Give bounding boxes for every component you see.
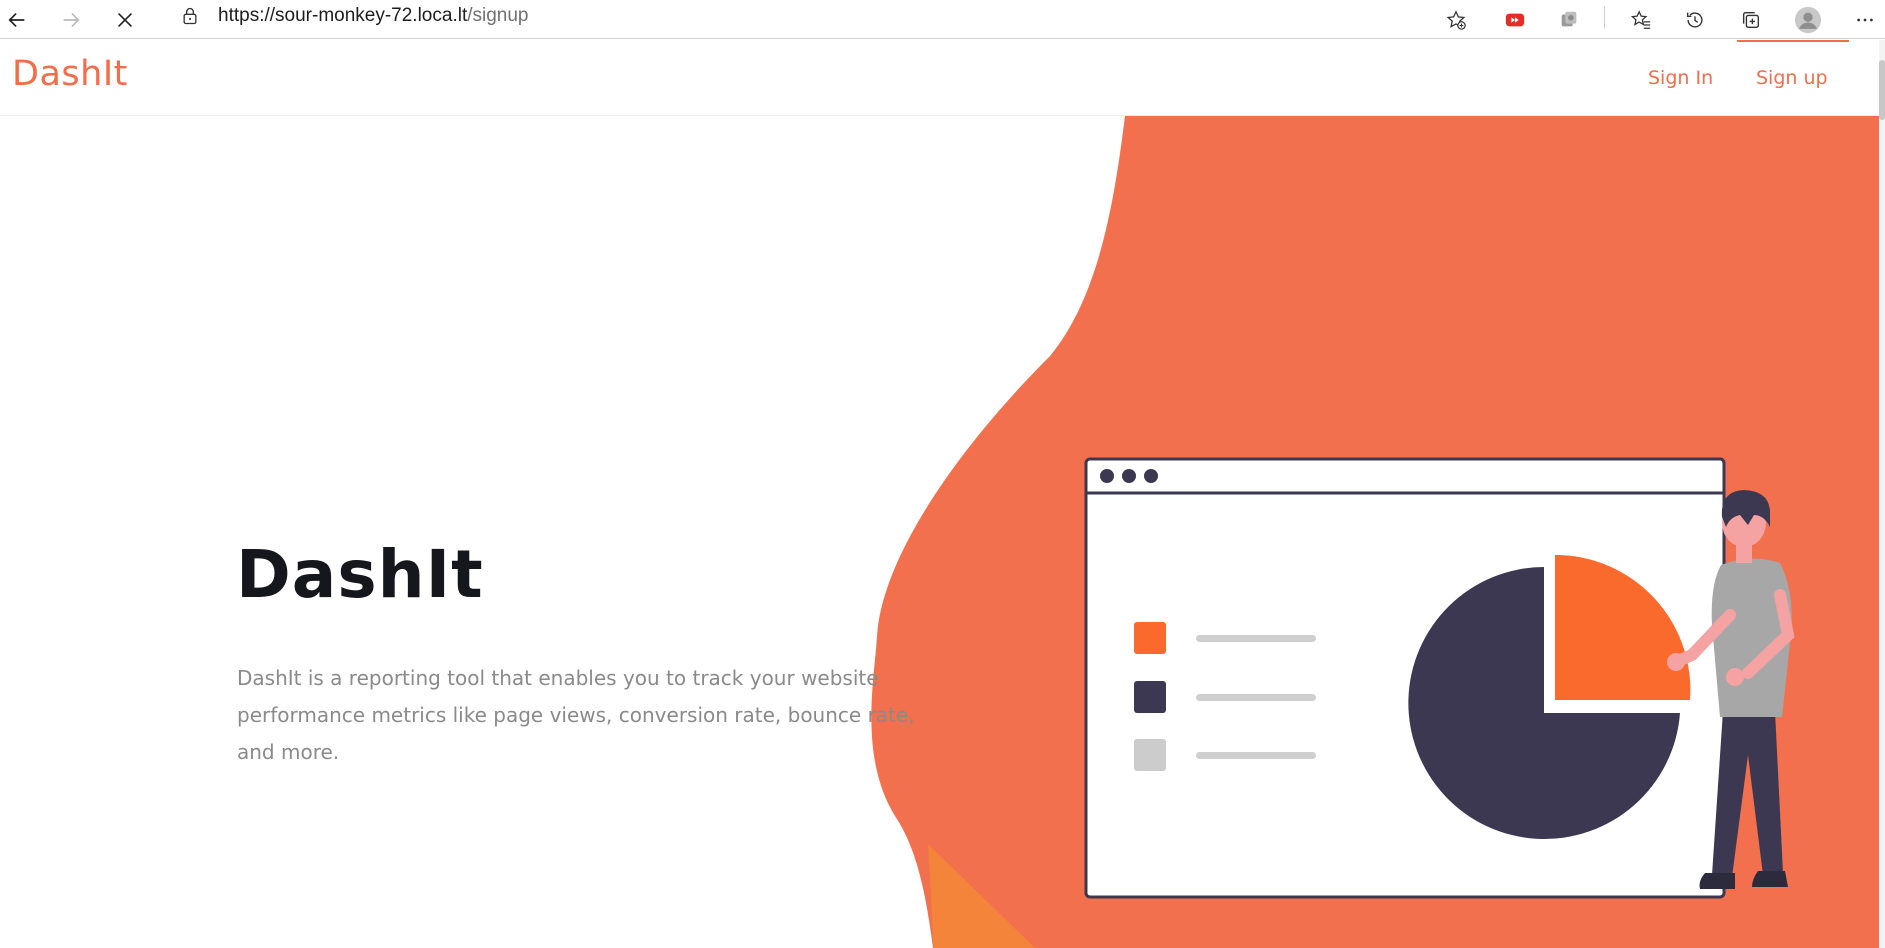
- active-nav-indicator: [1737, 40, 1849, 42]
- youtube-extension-icon[interactable]: [1500, 5, 1530, 35]
- legend-line: [1196, 752, 1316, 759]
- legend-line: [1196, 694, 1316, 701]
- legend-swatch-orange: [1134, 622, 1166, 654]
- stop-loading-icon[interactable]: [110, 5, 140, 35]
- dashboard-illustration: [1084, 457, 1795, 899]
- address-bar[interactable]: https://sour-monkey-72.loca.lt/signup: [170, 0, 529, 32]
- toolbar-separator: [1604, 6, 1605, 28]
- hero-description: DashIt is a reporting tool that enables …: [237, 666, 915, 764]
- history-icon[interactable]: [1680, 5, 1710, 35]
- scrollbar-thumb[interactable]: [1879, 60, 1885, 120]
- legend-swatch-dark: [1134, 681, 1166, 713]
- url-host: https://sour-monkey-72.loca.lt: [218, 5, 468, 26]
- brand-logo[interactable]: DashIt: [12, 54, 128, 94]
- legend-line: [1196, 635, 1316, 642]
- collections-icon[interactable]: [1736, 5, 1766, 35]
- lock-icon[interactable]: [180, 6, 200, 26]
- forward-icon[interactable]: [56, 5, 86, 35]
- extension-icon[interactable]: [1554, 5, 1584, 35]
- add-favorite-icon[interactable]: [1441, 5, 1471, 35]
- site-navbar: DashIt Sign In Sign up: [0, 40, 1885, 116]
- more-menu-icon[interactable]: [1850, 5, 1880, 35]
- url-path: /signup: [467, 5, 529, 26]
- window-dot-icon: [1144, 469, 1158, 483]
- sign-up-link[interactable]: Sign up: [1756, 67, 1828, 89]
- back-icon[interactable]: [2, 5, 32, 35]
- browser-toolbar: https://sour-monkey-72.loca.lt/signup: [0, 0, 1885, 39]
- sign-in-link[interactable]: Sign In: [1648, 67, 1713, 89]
- window-dot-icon: [1122, 469, 1136, 483]
- legend-swatch-grey: [1134, 739, 1166, 771]
- hero-title: DashIt: [236, 536, 484, 613]
- profile-avatar-icon[interactable]: [1793, 5, 1823, 35]
- page-scrollbar[interactable]: [1879, 40, 1885, 948]
- favorites-icon[interactable]: [1626, 5, 1656, 35]
- window-dot-icon: [1100, 469, 1114, 483]
